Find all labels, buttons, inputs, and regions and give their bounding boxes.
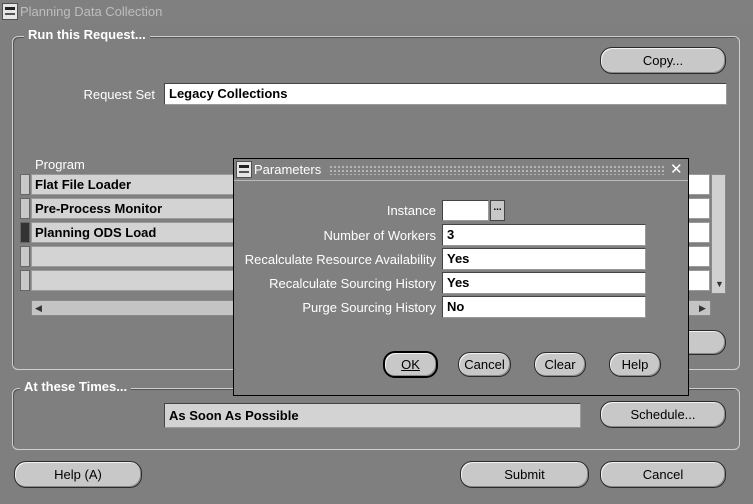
number-of-workers-field[interactable]: 3	[442, 224, 646, 246]
row-1-right-cell[interactable]	[688, 174, 710, 195]
row-5-right-cell[interactable]	[688, 270, 710, 291]
window-title: Planning Data Collection	[20, 4, 163, 19]
purge-sourcing-label: Purge Sourcing History	[302, 300, 436, 315]
purge-sourcing-field[interactable]: No	[442, 296, 646, 318]
row-selector-3[interactable]	[20, 222, 30, 243]
dialog-cancel-button[interactable]: Cancel	[458, 352, 511, 377]
row-selector-2[interactable]	[20, 198, 30, 219]
window-titlebar: Planning Data Collection	[0, 0, 753, 24]
row-selector-1[interactable]	[20, 174, 30, 195]
run-request-legend: Run this Request...	[24, 27, 150, 42]
row-4-right-cell[interactable]	[688, 246, 710, 267]
scroll-right-arrow-icon[interactable]: ▶	[699, 303, 706, 314]
vertical-scrollbar[interactable]: ▼	[711, 174, 726, 294]
titlebar-grip	[329, 165, 664, 175]
help-button-label: Help (A)	[54, 467, 102, 482]
scroll-left-arrow-icon[interactable]: ◀	[35, 303, 42, 314]
number-of-workers-label: Number of Workers	[323, 228, 436, 243]
schedule-button[interactable]: Schedule...	[600, 401, 726, 428]
row-2-right-cell[interactable]	[688, 198, 710, 219]
cancel-button-label: Cancel	[642, 467, 684, 482]
dialog-title: Parameters	[254, 162, 322, 177]
clear-button-label: Clear	[544, 357, 576, 372]
help-button[interactable]: Help (A)	[14, 461, 142, 488]
recalc-sourcing-label: Recalculate Sourcing History	[269, 276, 436, 291]
ok-button-label: OK	[401, 357, 420, 372]
ok-button[interactable]: OK	[383, 351, 438, 378]
program-row-5[interactable]	[31, 270, 241, 291]
submit-button-label: Submit	[504, 467, 545, 482]
program-column-header: Program	[35, 157, 85, 172]
times-legend: At these Times...	[20, 379, 132, 394]
recalc-resource-field[interactable]: Yes	[442, 248, 646, 270]
schedule-button-label: Schedule...	[630, 407, 696, 422]
recalc-resource-label: Recalculate Resource Availability	[244, 252, 436, 267]
copy-button[interactable]: Copy...	[600, 47, 726, 74]
submit-button[interactable]: Submit	[460, 461, 589, 488]
request-set-label: Request Set	[83, 87, 155, 102]
row-3-right-cell[interactable]	[688, 222, 710, 243]
dialog-help-button-label: Help	[621, 357, 649, 372]
program-row-1[interactable]: Flat File Loader	[31, 174, 241, 195]
row-selector-4[interactable]	[20, 246, 30, 267]
dialog-help-button[interactable]: Help	[609, 352, 661, 377]
app-logo-icon	[2, 3, 18, 20]
clear-button[interactable]: Clear	[534, 352, 586, 377]
program-row-2[interactable]: Pre-Process Monitor	[31, 198, 241, 219]
dialog-logo-icon	[236, 161, 252, 178]
scroll-down-arrow-icon[interactable]: ▼	[715, 279, 724, 289]
dialog-titlebar[interactable]: Parameters ✕	[234, 159, 688, 181]
copy-button-label: Copy...	[642, 53, 684, 68]
program-row-4[interactable]	[31, 246, 241, 267]
dialog-cancel-button-label: Cancel	[464, 357, 505, 372]
cancel-button[interactable]: Cancel	[600, 461, 726, 488]
recalc-sourcing-field[interactable]: Yes	[442, 272, 646, 294]
row-selector-5[interactable]	[20, 270, 30, 291]
instance-field[interactable]	[442, 200, 489, 221]
request-set-field[interactable]: Legacy Collections	[164, 83, 727, 105]
instance-label: Instance	[386, 203, 436, 218]
close-icon[interactable]: ✕	[670, 160, 683, 178]
program-row-3[interactable]: Planning ODS Load	[31, 222, 241, 243]
schedule-value-field: As Soon As Possible	[164, 403, 581, 428]
instance-lov-button[interactable]: ...	[490, 200, 505, 221]
